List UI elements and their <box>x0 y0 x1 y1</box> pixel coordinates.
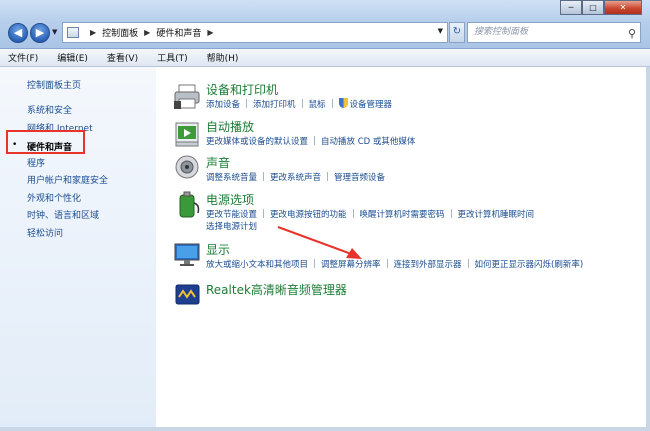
refresh-button[interactable]: ↻ <box>449 22 465 43</box>
link-screen-resolution[interactable]: 调整屏幕分辨率 <box>321 258 381 270</box>
address-bar[interactable]: ▶ 控制面板 ▶ 硬件和声音 ▶ ▼ <box>62 22 448 43</box>
recent-pages-dropdown[interactable]: ▼ <box>52 28 57 36</box>
menu-help[interactable]: 帮助(H) <box>207 51 239 64</box>
printer-icon[interactable] <box>173 83 203 111</box>
arrow-left-icon: ◀ <box>13 26 23 39</box>
search-placeholder: 搜索控制面板 <box>474 27 529 37</box>
category-title[interactable]: 显示 <box>206 241 230 258</box>
link-separator <box>352 209 354 218</box>
back-button[interactable]: ◀ <box>8 23 28 43</box>
sidebar-item-user-accounts[interactable]: 用户帐户和家庭安全 <box>27 173 108 186</box>
link-media-defaults[interactable]: 更改媒体或设备的默认设置 <box>206 135 308 147</box>
link-add-printer[interactable]: 添加打印机 <box>253 98 296 110</box>
link-separator <box>314 259 316 268</box>
chevron-right-icon: ▶ <box>144 28 151 37</box>
link-external-display[interactable]: 连接到外部显示器 <box>394 258 462 270</box>
category-title[interactable]: 电源选项 <box>206 191 254 208</box>
link-manage-audio[interactable]: 管理音频设备 <box>334 171 385 183</box>
link-device-manager[interactable]: 设备管理器 <box>350 98 393 110</box>
category-title[interactable]: 声音 <box>206 154 230 171</box>
search-input[interactable]: 搜索控制面板 ⚲ <box>467 22 641 43</box>
link-separator <box>263 172 265 181</box>
battery-icon[interactable] <box>173 191 203 219</box>
link-power-plan[interactable]: 选择电源计划 <box>206 222 257 232</box>
sidebar-item-clock-region[interactable]: 时钟、语言和区域 <box>27 208 99 221</box>
shield-icon <box>338 98 348 108</box>
link-change-sounds[interactable]: 更改系统声音 <box>270 171 321 183</box>
link-text-size[interactable]: 放大或缩小文本和其他项目 <box>206 258 308 270</box>
control-panel-icon <box>67 27 79 38</box>
address-dropdown-icon[interactable]: ▼ <box>438 27 443 35</box>
menu-tools[interactable]: 工具(T) <box>157 51 188 64</box>
link-add-device[interactable]: 添加设备 <box>206 98 240 110</box>
link-sleep-time[interactable]: 更改计算机睡眠时间 <box>458 208 535 220</box>
link-adjust-volume[interactable]: 调整系统音量 <box>206 171 257 183</box>
search-icon[interactable]: ⚲ <box>628 24 636 43</box>
minimize-button[interactable]: ─ <box>560 0 582 15</box>
window-border <box>0 427 650 431</box>
menu-edit[interactable]: 编辑(E) <box>57 51 88 64</box>
link-separator <box>467 259 469 268</box>
link-separator <box>327 172 329 181</box>
link-separator <box>314 136 316 145</box>
link-separator <box>263 209 265 218</box>
category-title[interactable]: Realtek高清晰音频管理器 <box>206 281 347 298</box>
link-autoplay-cd[interactable]: 自动播放 CD 或其他媒体 <box>321 135 415 147</box>
chevron-right-icon: ▶ <box>207 28 214 37</box>
window-border <box>646 67 650 431</box>
sidebar-item-system-security[interactable]: 系统和安全 <box>27 103 72 116</box>
menu-file[interactable]: 文件(F) <box>8 51 38 64</box>
link-separator <box>331 99 333 108</box>
link-power-button[interactable]: 更改电源按钮的功能 <box>270 208 347 220</box>
sidebar-item-appearance[interactable]: 外观和个性化 <box>27 191 81 204</box>
close-button[interactable]: ✕ <box>604 0 642 15</box>
category-title[interactable]: 设备和打印机 <box>206 81 278 98</box>
forward-button[interactable]: ▶ <box>30 23 50 43</box>
chevron-right-icon: ▶ <box>90 28 97 37</box>
monitor-icon[interactable] <box>173 241 203 269</box>
highlight-box <box>6 130 85 154</box>
link-mouse[interactable]: 鼠标 <box>309 98 326 110</box>
sidebar-item-home[interactable]: 控制面板主页 <box>27 78 81 91</box>
chevron-down-icon: ▼ <box>52 28 58 36</box>
main-content: 设备和打印机 添加设备 添加打印机 鼠标 设备管理器 自动播放 更改媒体或设备的默认设… <box>156 67 650 431</box>
realtek-icon[interactable] <box>173 281 203 309</box>
link-separator <box>246 99 248 108</box>
sidebar-item-programs[interactable]: 程序 <box>27 156 45 169</box>
sidebar: 控制面板主页 系统和安全 网络和 Internet • 硬件和声音 程序 用户帐… <box>0 67 156 431</box>
menu-bar: 文件(F) 编辑(E) 查看(V) 工具(T) 帮助(H) <box>0 49 650 67</box>
maximize-button[interactable]: □ <box>582 0 604 15</box>
link-wake-password[interactable]: 唤醒计算机时需要密码 <box>360 208 445 220</box>
speaker-icon[interactable] <box>173 154 203 182</box>
breadcrumb-hardware-sound[interactable]: 硬件和声音 <box>156 26 201 39</box>
link-power-saving[interactable]: 更改节能设置 <box>206 208 257 220</box>
link-separator <box>301 99 303 108</box>
link-separator <box>386 259 388 268</box>
sidebar-item-ease-of-access[interactable]: 轻松访问 <box>27 226 63 239</box>
category-title[interactable]: 自动播放 <box>206 118 254 135</box>
menu-view[interactable]: 查看(V) <box>107 51 138 64</box>
arrow-right-icon: ▶ <box>35 26 45 39</box>
window-controls: ─ □ ✕ <box>560 0 642 15</box>
link-separator <box>450 209 452 218</box>
autoplay-icon[interactable] <box>173 120 203 148</box>
link-refresh-rate[interactable]: 如何更正显示器闪烁(刷新率) <box>475 258 584 270</box>
breadcrumb-control-panel[interactable]: 控制面板 <box>102 26 138 39</box>
refresh-icon: ↻ <box>452 26 462 37</box>
title-bar: ─ □ ✕ ◀ ▶ ▼ ▶ 控制面板 ▶ 硬件和声音 ▶ ▼ ↻ 搜索控制面板 … <box>0 0 650 49</box>
